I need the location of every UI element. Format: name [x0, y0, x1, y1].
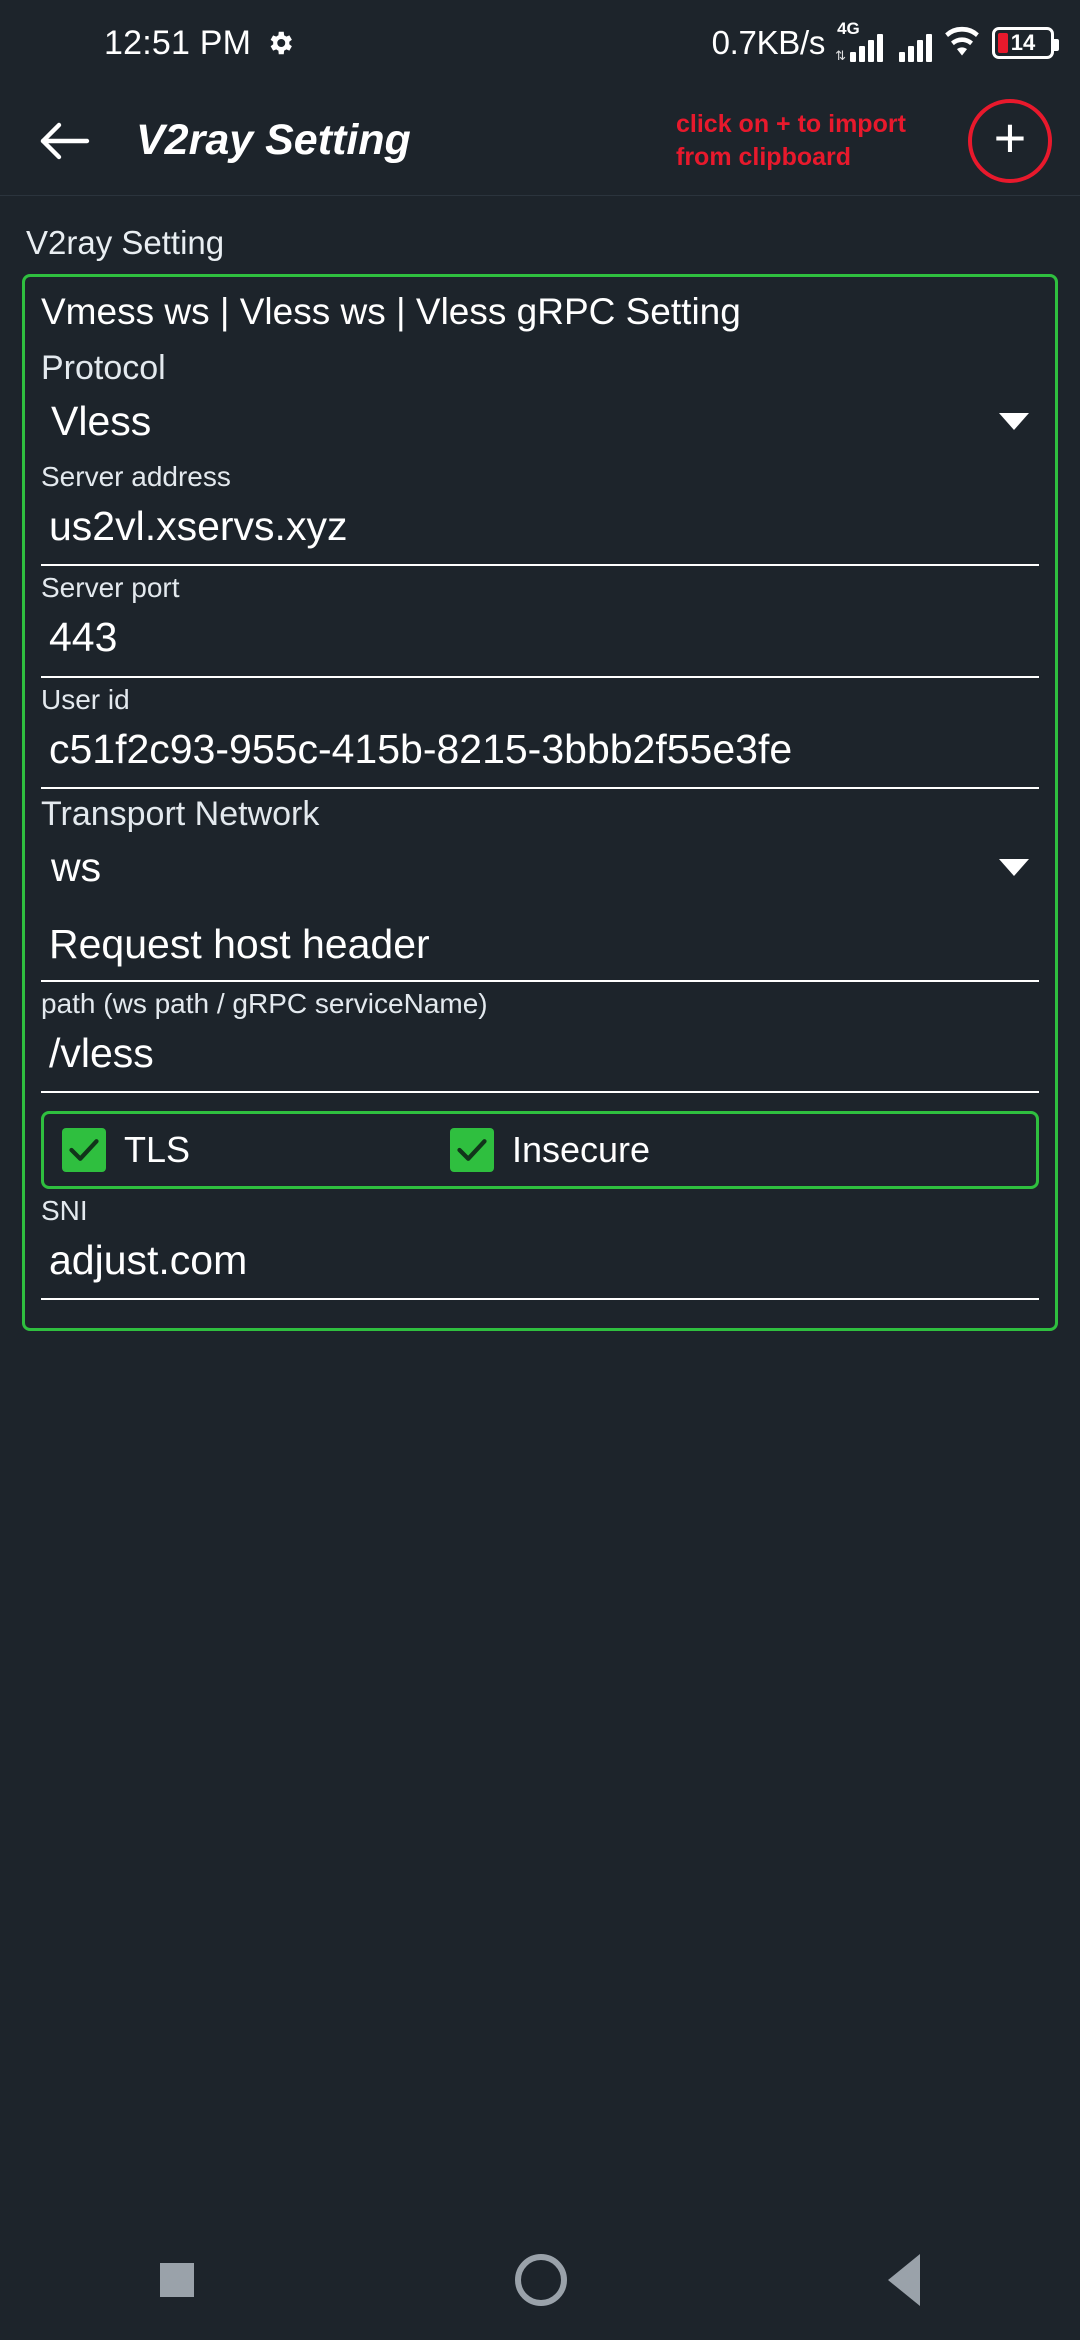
path-label: path (ws path / gRPC serviceName): [41, 987, 488, 1019]
insecure-label: Insecure: [511, 1129, 651, 1170]
server-port-input[interactable]: 443: [41, 608, 1039, 678]
server-address-input[interactable]: us2vl.xservs.xyz: [41, 497, 1039, 567]
field-sni: SNI adjust.com: [41, 1195, 1039, 1301]
transport-network-value: ws: [51, 843, 102, 890]
add-config-button[interactable]: +: [968, 98, 1052, 183]
status-time: 12:51 PM: [104, 23, 252, 62]
field-transport-network: Transport Network ws: [41, 795, 1039, 901]
page-title: V2ray Setting: [136, 116, 411, 164]
plus-icon: +: [993, 105, 1027, 169]
field-path: path (ws path / gRPC serviceName) /vless: [41, 988, 1039, 1093]
sni-input[interactable]: adjust.com: [41, 1231, 1039, 1301]
insecure-checkbox-group[interactable]: Insecure: [449, 1128, 651, 1172]
data-arrows-icon: ⇅: [835, 48, 846, 63]
settings-page: V2ray Setting Vmess ws | Vless ws | Vles…: [0, 196, 1080, 1332]
v2ray-settings-card: Vmess ws | Vless ws | Vless gRPC Setting…: [22, 274, 1058, 1332]
chevron-down-icon: [999, 413, 1029, 430]
server-port-label: Server port: [41, 572, 180, 604]
protocol-label: Protocol: [41, 349, 166, 387]
user-id-label: User id: [41, 683, 130, 715]
request-host-header-input[interactable]: Request host header: [41, 917, 1039, 982]
sni-label: SNI: [41, 1195, 88, 1226]
checkbox-checked-icon[interactable]: [62, 1128, 106, 1172]
signal-bars-icon: 4G ⇅: [835, 20, 883, 63]
chevron-down-icon: [999, 858, 1029, 876]
gear-icon: [265, 28, 295, 58]
field-user-id: User id c51f2c93-955c-415b-8215-3bbb2f55…: [41, 684, 1039, 789]
field-protocol: Protocol Vless: [41, 349, 1039, 455]
back-triangle-icon[interactable]: [887, 2254, 920, 2306]
signal-bars-icon-2: [899, 24, 932, 62]
import-hint-line2: from clipboard: [676, 142, 852, 171]
status-bar-left: 12:51 PM: [104, 24, 295, 63]
field-server-port: Server port 443: [41, 572, 1039, 678]
transport-network-label: Transport Network: [41, 794, 320, 833]
home-circle-icon[interactable]: [514, 2254, 567, 2306]
app-bar: V2ray Setting click on + to import from …: [0, 86, 1080, 196]
field-server-address: Server address us2vl.xservs.xyz: [41, 461, 1039, 567]
tls-checkbox-group[interactable]: TLS: [62, 1128, 190, 1172]
back-arrow-icon[interactable]: [34, 110, 96, 172]
network-type-label: 4G: [837, 19, 860, 38]
wifi-icon: [942, 26, 982, 60]
tls-insecure-row: TLS Insecure: [41, 1111, 1039, 1189]
status-bar-right: 0.7KB/s 4G ⇅ 14: [711, 20, 1059, 63]
protocol-select[interactable]: Vless: [41, 392, 1039, 455]
section-label: V2ray Setting: [26, 224, 225, 261]
network-speed: 0.7KB/s: [711, 24, 826, 61]
field-request-host-header: Request host header: [41, 917, 1039, 982]
user-id-input[interactable]: c51f2c93-955c-415b-8215-3bbb2f55e3fe: [41, 720, 1039, 789]
android-nav-bar: [0, 2220, 1080, 2340]
battery-icon: 14: [992, 27, 1059, 59]
checkbox-checked-icon[interactable]: [449, 1128, 494, 1172]
protocol-value: Vless: [51, 398, 152, 444]
tls-label: TLS: [124, 1129, 191, 1170]
server-address-label: Server address: [41, 461, 231, 492]
transport-network-select[interactable]: ws: [41, 838, 1039, 901]
status-bar: 12:51 PM 0.7KB/s 4G ⇅ 14: [0, 0, 1080, 86]
import-hint-line1: click on + to import: [676, 109, 906, 138]
import-hint: click on + to import from clipboard: [676, 108, 946, 174]
card-title: Vmess ws | Vless ws | Vless gRPC Setting: [41, 291, 741, 332]
battery-level: 14: [1010, 30, 1036, 55]
path-input[interactable]: /vless: [41, 1024, 1039, 1093]
recents-square-icon[interactable]: [160, 2263, 195, 2297]
